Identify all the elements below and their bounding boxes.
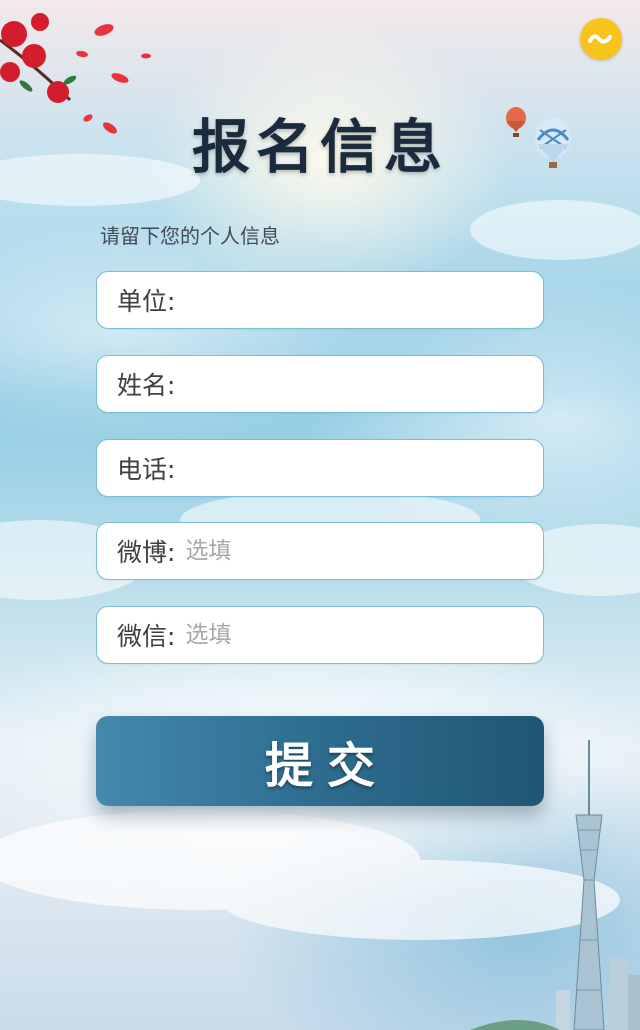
page-title: 报名信息 bbox=[191, 113, 448, 181]
weibo-label: 微博: bbox=[117, 538, 176, 567]
phone-input[interactable] bbox=[183, 454, 527, 482]
wechat-input[interactable] bbox=[183, 621, 527, 649]
weibo-field[interactable]: 微博: bbox=[96, 522, 544, 580]
submit-button[interactable]: 提交 bbox=[96, 716, 544, 806]
unit-input[interactable] bbox=[183, 286, 527, 314]
name-field[interactable]: 姓名: bbox=[96, 355, 544, 413]
name-label: 姓名: bbox=[117, 371, 176, 400]
phone-label: 电话: bbox=[117, 455, 176, 484]
submit-label: 提交 bbox=[264, 740, 389, 793]
wechat-label: 微信: bbox=[117, 622, 176, 651]
infinity-logo-icon[interactable] bbox=[580, 18, 622, 60]
unit-field[interactable]: 单位: bbox=[96, 271, 544, 329]
form-subtitle: 请留下您的个人信息 bbox=[100, 224, 280, 248]
phone-field[interactable]: 电话: bbox=[96, 439, 544, 497]
weibo-input[interactable] bbox=[183, 537, 527, 565]
wechat-field[interactable]: 微信: bbox=[96, 606, 544, 664]
unit-label: 单位: bbox=[117, 287, 176, 316]
name-input[interactable] bbox=[183, 370, 527, 398]
